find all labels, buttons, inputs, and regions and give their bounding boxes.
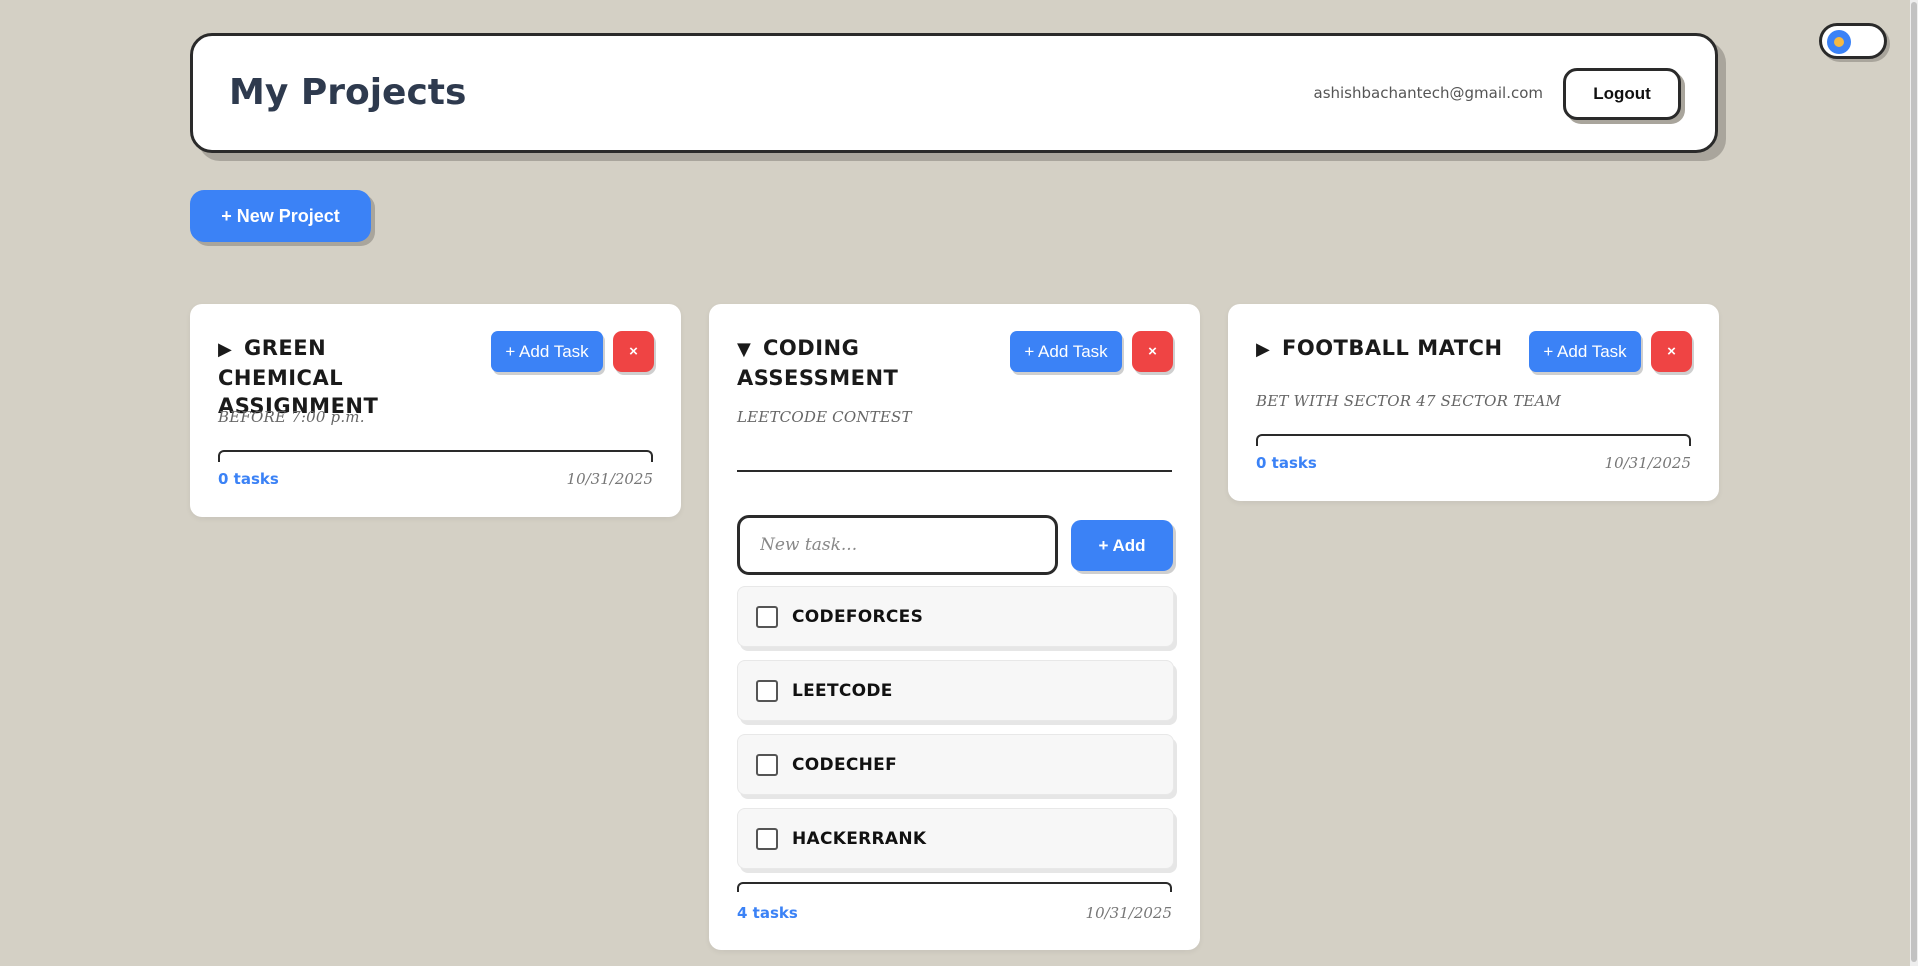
task-checkbox[interactable] [756, 680, 778, 702]
progress-bar [1256, 434, 1691, 446]
expand-arrow-icon: ▶ [218, 339, 233, 360]
project-card-football-match: ▶ FOOTBALL MATCH + Add Task × BET WITH SE… [1228, 304, 1719, 501]
task-count: 0 tasks [218, 470, 279, 488]
collapse-arrow-icon: ▼ [737, 339, 752, 360]
project-card-green-chemical: ▶ GREEN CHEMICAL ASSIGNMENT + Add Task × … [190, 304, 681, 517]
task-label: CODEFORCES [792, 607, 924, 627]
add-task-button[interactable]: + Add Task [1529, 331, 1641, 372]
delete-project-button[interactable]: × [1132, 331, 1173, 372]
project-date: 10/31/2025 [566, 470, 653, 488]
scrollbar-thumb[interactable] [1911, 2, 1917, 962]
project-card-coding-assessment: ▼ CODING ASSESSMENT + Add Task × LEETCODE… [709, 304, 1200, 950]
project-description: BEFORE 7:00 p.m. [218, 408, 365, 426]
add-task-button[interactable]: + Add Task [1010, 331, 1122, 372]
task-count: 0 tasks [1256, 454, 1317, 472]
sun-icon [1834, 37, 1844, 47]
task-list-divider [737, 882, 1172, 892]
task-item: HACKERRANK [737, 808, 1174, 869]
add-task-button[interactable]: + Add Task [491, 331, 603, 372]
task-label: CODECHEF [792, 755, 897, 775]
user-email: ashishbachantech@gmail.com [1313, 84, 1544, 102]
task-checkbox[interactable] [756, 828, 778, 850]
project-description: BET WITH SECTOR 47 SECTOR TEAM [1256, 392, 1562, 410]
task-item: CODEFORCES [737, 586, 1174, 647]
page-title: My Projects [229, 72, 467, 113]
project-date: 10/31/2025 [1085, 904, 1172, 922]
task-checkbox[interactable] [756, 606, 778, 628]
project-description: LEETCODE CONTEST [737, 408, 912, 426]
task-item: LEETCODE [737, 660, 1174, 721]
task-item: CODECHEF [737, 734, 1174, 795]
scrollbar[interactable] [1910, 0, 1918, 966]
theme-toggle-knob [1827, 30, 1851, 54]
project-title-toggle[interactable]: ▼ CODING ASSESSMENT [737, 334, 977, 392]
theme-toggle[interactable] [1819, 23, 1887, 59]
app-header: My Projects ashishbachantech@gmail.com L… [190, 33, 1718, 153]
delete-project-button[interactable]: × [613, 331, 654, 372]
logout-button[interactable]: Logout [1563, 68, 1681, 120]
progress-bar [737, 470, 1172, 472]
new-project-button[interactable]: + New Project [190, 190, 371, 242]
task-checkbox[interactable] [756, 754, 778, 776]
task-label: HACKERRANK [792, 829, 927, 849]
task-label: LEETCODE [792, 681, 893, 701]
progress-bar [218, 450, 653, 462]
project-title-toggle[interactable]: ▶ FOOTBALL MATCH [1256, 334, 1536, 364]
delete-project-button[interactable]: × [1651, 331, 1692, 372]
new-task-input[interactable] [737, 515, 1058, 575]
project-title: FOOTBALL MATCH [1282, 336, 1503, 360]
project-date: 10/31/2025 [1604, 454, 1691, 472]
add-task-submit-button[interactable]: + Add [1071, 520, 1173, 571]
expand-arrow-icon: ▶ [1256, 339, 1271, 360]
task-count: 4 tasks [737, 904, 798, 922]
